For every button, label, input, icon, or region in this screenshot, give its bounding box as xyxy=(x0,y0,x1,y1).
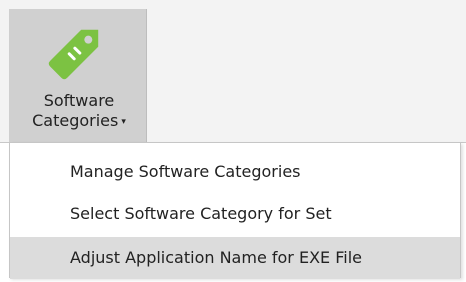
menu-item-select-software-category-for-set[interactable]: Select Software Category for Set xyxy=(10,193,460,235)
menu-item-manage-software-categories[interactable]: Manage Software Categories xyxy=(10,151,460,193)
ribbon-button-label-line1: Software xyxy=(43,91,115,110)
tag-icon xyxy=(48,29,99,80)
ribbon-button-label-text: Categories xyxy=(32,111,119,130)
dropdown-arrow-icon: ▾ xyxy=(121,117,126,127)
ribbon-button-label-line2: Categories ▾ xyxy=(10,111,148,132)
software-categories-button[interactable]: Software Categories ▾ xyxy=(9,9,147,142)
menu-item-adjust-application-name-for-exe-file[interactable]: Adjust Application Name for EXE File xyxy=(10,237,460,279)
software-categories-menu: Manage Software Categories Select Softwa… xyxy=(9,142,461,279)
